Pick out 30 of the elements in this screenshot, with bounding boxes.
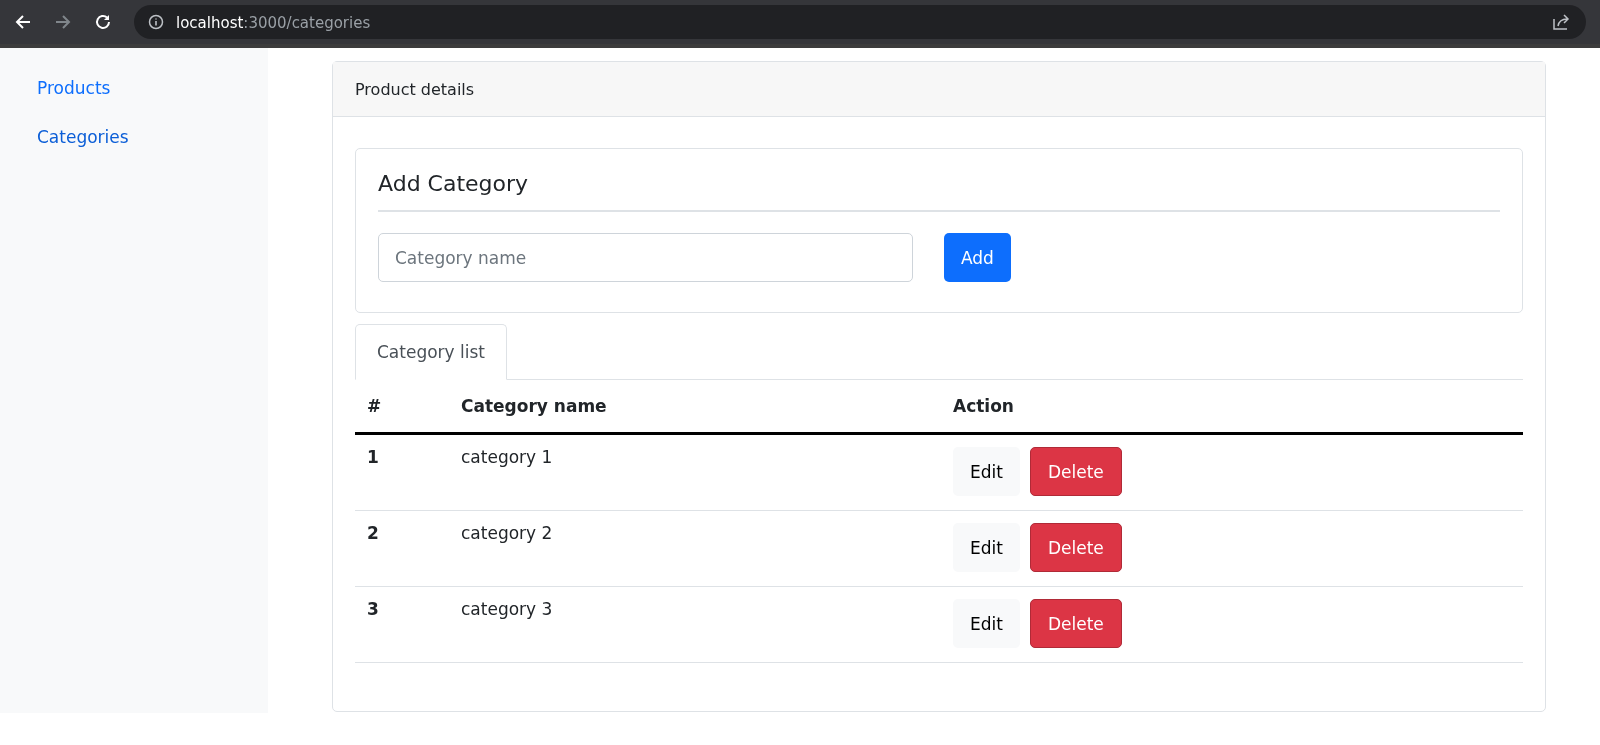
sidebar-link[interactable]: Products	[37, 78, 268, 98]
edit-button[interactable]: Edit	[953, 523, 1020, 572]
category-name: category 3	[461, 599, 553, 619]
panel-heading: Add Category	[378, 171, 1500, 212]
share-icon[interactable]	[1552, 13, 1572, 31]
category-name: category 2	[461, 523, 553, 543]
delete-button[interactable]: Delete	[1029, 447, 1122, 496]
row-index: 3	[367, 599, 379, 619]
url-host: localhost	[176, 13, 244, 32]
sidebar-link[interactable]: Categories	[37, 127, 268, 147]
row-index: 1	[367, 447, 379, 467]
category-name: category 1	[461, 447, 553, 467]
address-bar[interactable]: localhost:3000/categories	[134, 5, 1586, 39]
column-header: Action	[953, 396, 1014, 416]
back-icon[interactable]	[14, 13, 32, 31]
column-header: Category name	[461, 396, 607, 416]
delete-button[interactable]: Delete	[1029, 523, 1122, 572]
edit-button[interactable]: Edit	[953, 447, 1020, 496]
forward-icon[interactable]	[54, 13, 72, 31]
row-index: 2	[367, 523, 379, 543]
info-icon	[148, 14, 164, 30]
category-name-field[interactable]: Category name	[378, 233, 913, 282]
reload-icon[interactable]	[94, 13, 112, 31]
card-header: Product details	[333, 62, 1545, 117]
tab[interactable]: Category list	[355, 324, 508, 380]
edit-button[interactable]: Edit	[953, 599, 1020, 648]
url-path: :3000/categories	[243, 13, 371, 32]
column-header: #	[367, 396, 382, 416]
add-button[interactable]: Add	[944, 233, 1011, 282]
delete-button[interactable]: Delete	[1029, 599, 1122, 648]
